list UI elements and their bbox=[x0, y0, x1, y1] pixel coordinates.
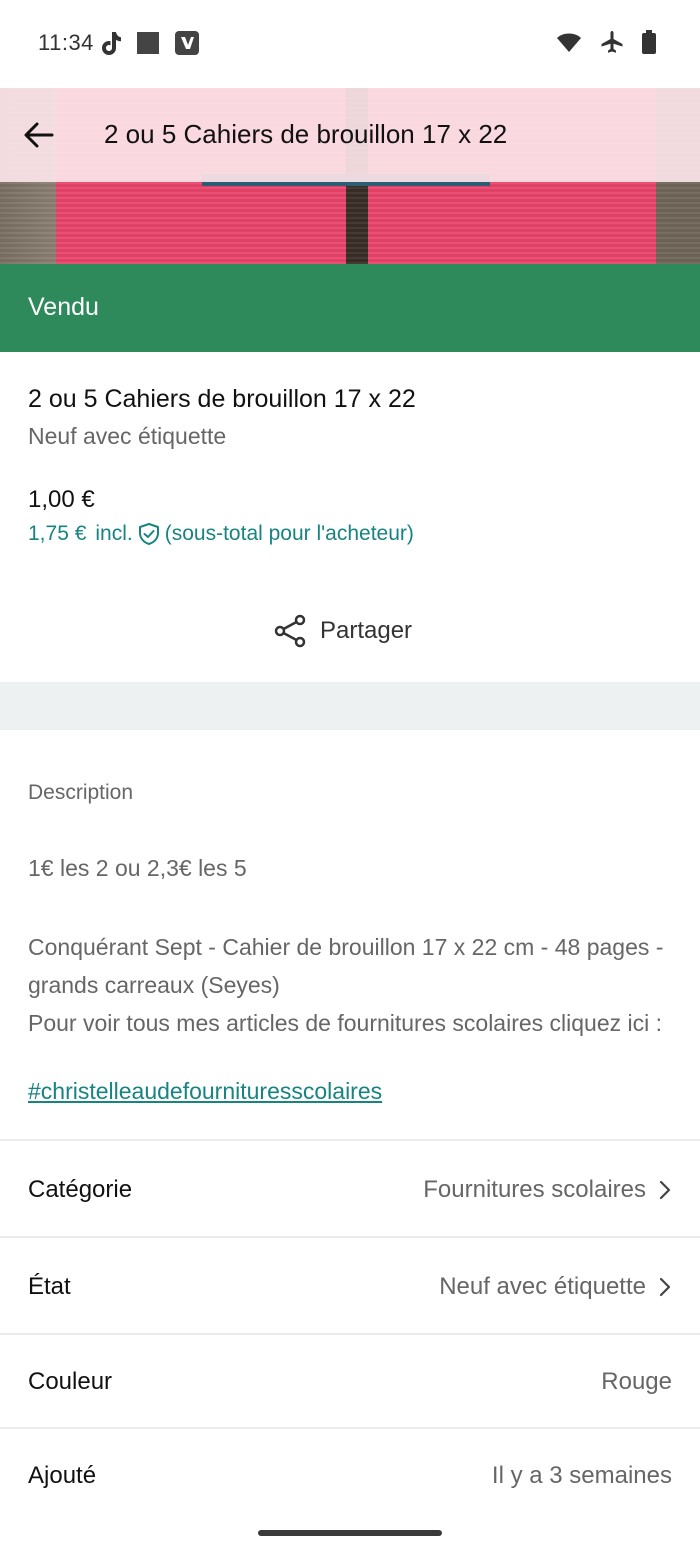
buyer-incl: incl. bbox=[95, 522, 133, 545]
buyer-total: 1,75 € bbox=[28, 522, 87, 545]
home-indicator[interactable] bbox=[258, 1530, 442, 1536]
back-arrow-icon[interactable] bbox=[22, 118, 56, 152]
share-icon bbox=[274, 614, 306, 648]
attribute-label: Ajouté bbox=[28, 1462, 97, 1489]
attribute-label: État bbox=[28, 1273, 71, 1300]
color-value: Rouge bbox=[601, 1368, 672, 1395]
header-title: 2 ou 5 Cahiers de brouillon 17 x 22 bbox=[104, 119, 508, 149]
attribute-value: Fournitures scolaires bbox=[423, 1176, 672, 1204]
added-value: Il y a 3 semaines bbox=[491, 1462, 672, 1489]
shield-check-icon bbox=[138, 523, 159, 545]
chevron-right-icon bbox=[659, 1277, 671, 1297]
attribute-label: Catégorie bbox=[28, 1176, 133, 1203]
status-time: 11:34 bbox=[38, 30, 94, 55]
notification-icons bbox=[98, 30, 200, 56]
battery-icon bbox=[642, 30, 656, 54]
system-icons bbox=[556, 30, 656, 54]
section-separator bbox=[0, 682, 700, 730]
square-icon bbox=[137, 32, 159, 54]
item-condition: Neuf avec étiquette bbox=[28, 423, 227, 449]
vinted-icon bbox=[175, 31, 199, 55]
attribute-row-category[interactable]: Catégorie Fournitures scolaires bbox=[0, 1141, 700, 1235]
attribute-value: Neuf avec étiquette bbox=[439, 1273, 672, 1301]
sold-banner bbox=[0, 264, 700, 352]
description-pricing: 1€ les 2 ou 2,3€ les 5 bbox=[28, 855, 247, 881]
buyer-protection-line[interactable]: 1,75 € incl. (sous-total pour l'acheteur… bbox=[28, 522, 414, 546]
attribute-value: Rouge bbox=[601, 1368, 672, 1396]
item-price: 1,00 € bbox=[28, 486, 95, 513]
item-title: 2 ou 5 Cahiers de brouillon 17 x 22 bbox=[28, 385, 416, 413]
share-label: Partager bbox=[320, 617, 413, 644]
hashtag-link[interactable]: #christelleaudefournituresscolaires bbox=[28, 1078, 382, 1105]
attribute-row-color: Couleur Rouge bbox=[0, 1335, 700, 1429]
description-body: Conquérant Sept - Cahier de brouillon 17… bbox=[28, 934, 664, 1036]
airplane-icon bbox=[601, 31, 623, 53]
wifi-icon bbox=[557, 33, 581, 52]
category-value: Fournitures scolaires bbox=[423, 1176, 646, 1203]
attribute-row-condition[interactable]: État Neuf avec étiquette bbox=[0, 1238, 700, 1332]
share-button[interactable]: Partager bbox=[272, 611, 412, 651]
condition-value: Neuf avec étiquette bbox=[439, 1273, 646, 1300]
description-heading: Description bbox=[28, 781, 134, 804]
tiktok-icon bbox=[102, 32, 121, 55]
attribute-label: Couleur bbox=[28, 1368, 113, 1395]
attribute-row-added: Ajouté Il y a 3 semaines bbox=[0, 1429, 700, 1523]
chevron-right-icon bbox=[659, 1180, 671, 1200]
buyer-note: (sous-total pour l'acheteur) bbox=[164, 522, 414, 545]
attribute-value: Il y a 3 semaines bbox=[492, 1462, 672, 1490]
sold-label: Vendu bbox=[28, 293, 99, 321]
status-bar: 11:34 bbox=[0, 0, 700, 88]
